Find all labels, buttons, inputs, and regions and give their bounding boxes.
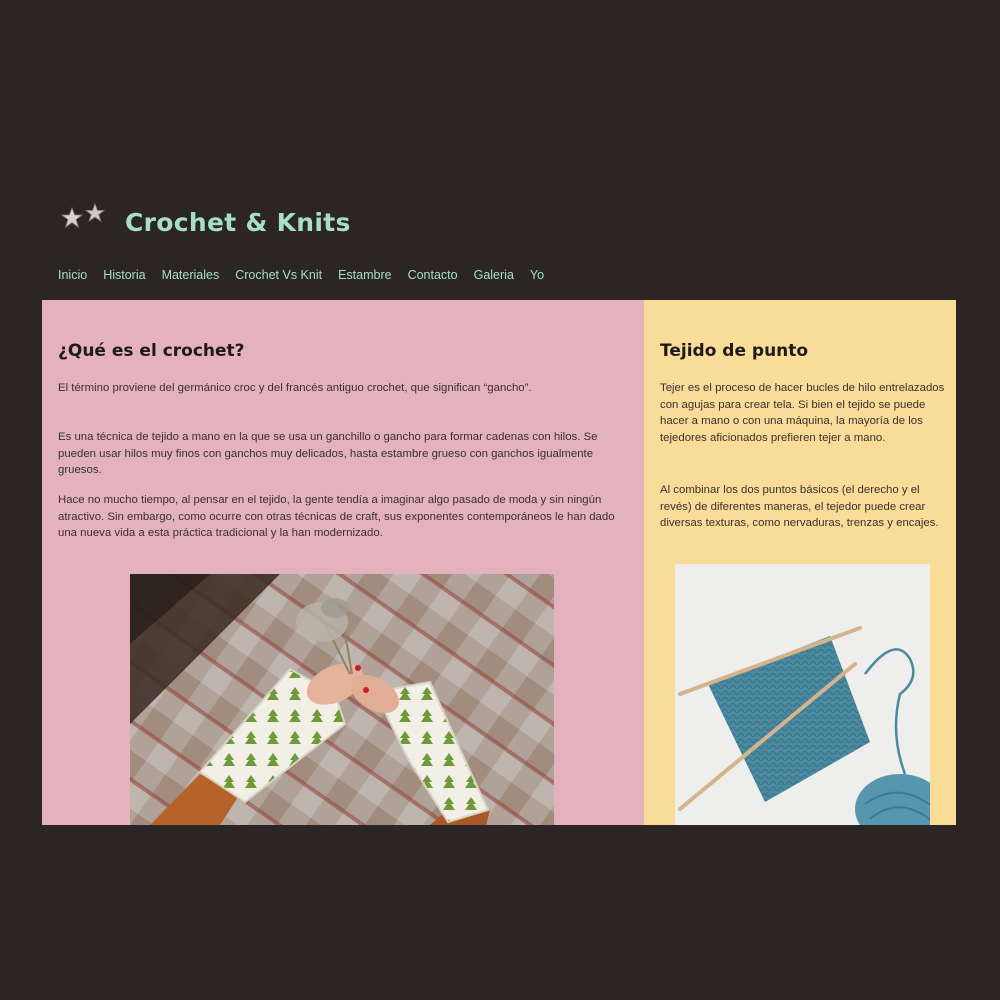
nav-item-estambre[interactable]: Estambre [338, 268, 392, 282]
crochet-section: ¿Qué es el crochet? El término proviene … [42, 300, 644, 825]
crochet-paragraph: El término proviene del germánico croc y… [58, 382, 532, 394]
nav-item-historia[interactable]: Historia [103, 268, 145, 282]
knitting-section: Tejido de punto Tejer es el proceso de h… [644, 300, 956, 825]
crochet-heading: ¿Qué es el crochet? [58, 341, 245, 361]
nav-item-yo[interactable]: Yo [530, 268, 544, 282]
knitting-needles-photo [675, 564, 930, 825]
crochet-paragraph: Hace no mucho tiempo, al pensar en el te… [58, 494, 615, 540]
stars-logo-icon [60, 202, 110, 232]
crochet-paragraph: Es una técnica de tejido a mano en la qu… [58, 431, 598, 477]
crochet-mittens-photo [130, 574, 554, 825]
knitting-heading: Tejido de punto [660, 341, 809, 361]
main-nav: Inicio Historia Materiales Crochet Vs Kn… [58, 268, 560, 282]
knitting-paragraph: Tejer es el proceso de hacer bucles de h… [660, 382, 945, 444]
nav-item-galeria[interactable]: Galeria [474, 268, 514, 282]
nav-item-contacto[interactable]: Contacto [408, 268, 458, 282]
nav-item-materiales[interactable]: Materiales [162, 268, 220, 282]
knitting-paragraph: Al combinar los dos puntos básicos (el d… [660, 484, 939, 530]
nav-item-inicio[interactable]: Inicio [58, 268, 87, 282]
site-title[interactable]: Crochet & Knits [125, 208, 351, 237]
nav-item-crochet-vs-knit[interactable]: Crochet Vs Knit [235, 268, 322, 282]
